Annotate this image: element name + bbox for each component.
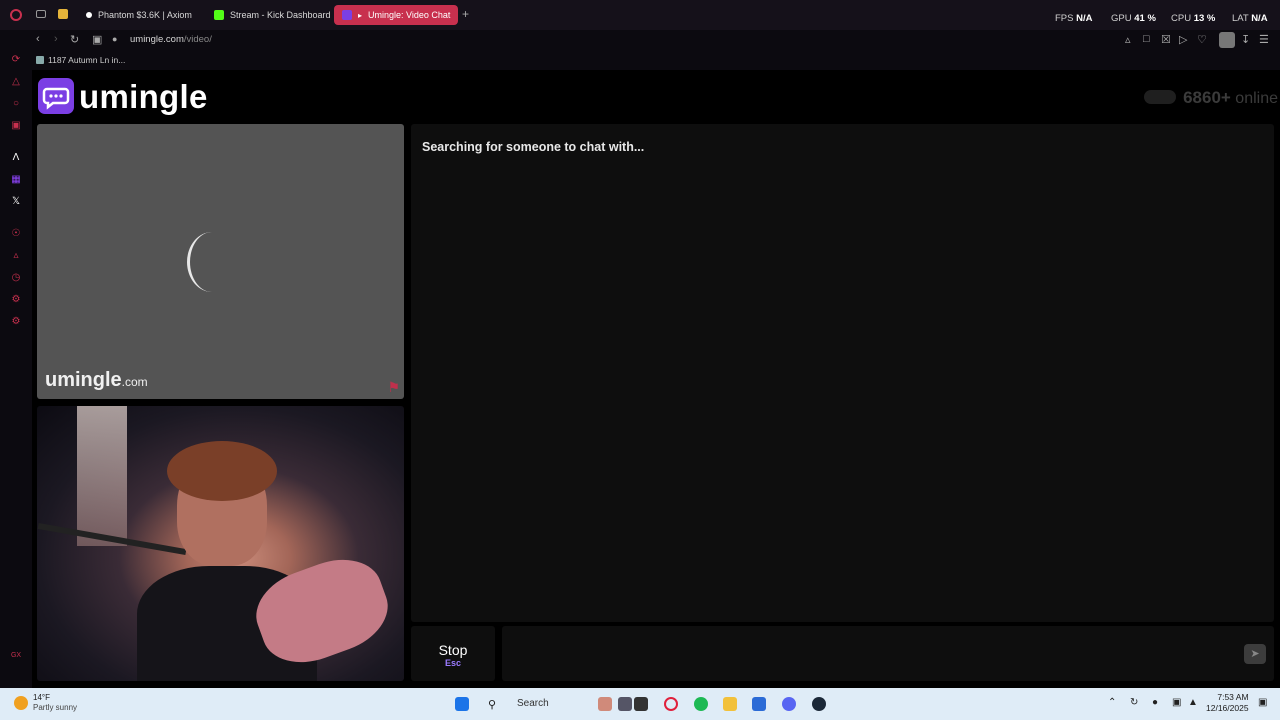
chat-panel: Searching for someone to chat with... [411, 124, 1274, 622]
online-toggle[interactable] [1144, 90, 1176, 104]
axiom-icon[interactable]: Λ [10, 152, 22, 164]
message-input[interactable] [502, 626, 1274, 681]
browser-tab-bar: Phantom $3.6K | Axiom Stream - Kick Dash… [0, 0, 1280, 30]
shopping-icon[interactable]: △ [10, 76, 22, 88]
gpu-stat: GPU 41 % [1111, 13, 1156, 24]
browser-sidebar: ⟳ △ ○ ▣ Λ ▦ 𝕏 ☉ ▵ ◷ ⚙ ⚙ GX [0, 30, 32, 688]
weather-widget[interactable]: 14°F Partly sunny [14, 693, 77, 713]
kick-favicon-icon [214, 10, 224, 20]
tab-kick[interactable]: Stream - Kick Dashboard [206, 5, 330, 25]
window-light [77, 406, 127, 546]
weather-desc: Partly sunny [33, 703, 78, 712]
stranger-video: umingle.com ⚑ [37, 124, 404, 399]
fps-stat: FPS N/A [1055, 13, 1093, 24]
messenger-icon[interactable]: ○ [10, 98, 22, 110]
back-icon[interactable]: ‹ [36, 33, 40, 45]
tray-expand-icon[interactable]: ⌃ [1108, 697, 1116, 708]
store-icon[interactable] [752, 697, 766, 711]
stop-shortcut: Esc [444, 658, 461, 668]
clock-date: 12/16/2025 [1206, 703, 1249, 713]
address-bar: ‹ › ↻ ▣ ● umingle.com/video/ ▵ □ ☒ ▷ ♡ ↧… [0, 30, 1280, 50]
loading-spinner-icon [187, 232, 237, 292]
video-watermark: umingle.com [45, 369, 148, 391]
clock-time: 7:53 AM [1217, 692, 1249, 702]
search-icon: ⚲ [488, 699, 497, 711]
tab-axiom[interactable]: Phantom $3.6K | Axiom [78, 5, 200, 25]
sync-icon[interactable]: ↻ [1130, 697, 1138, 708]
report-flag-icon[interactable]: ⚑ [387, 379, 400, 396]
windows-start-icon[interactable] [455, 697, 469, 711]
clock[interactable]: 7:53 AM 12/16/2025 [1206, 692, 1249, 714]
volume-icon[interactable]: ▲ [1188, 697, 1198, 708]
taskbar-search-label: Search [517, 698, 549, 709]
send-button[interactable]: ➤ [1244, 644, 1266, 664]
stop-button[interactable]: Stop Esc [411, 626, 495, 681]
opera-logo-icon[interactable] [10, 9, 22, 21]
stop-label: Stop [438, 642, 468, 658]
online-counter: 6860+ online [1183, 88, 1278, 107]
steam-icon[interactable] [812, 697, 826, 711]
play-icon[interactable]: ▷ [1179, 33, 1187, 46]
player-icon[interactable]: ☉ [10, 228, 22, 240]
file-explorer-icon[interactable] [723, 697, 737, 711]
tab-label: Umingle: Video Chat [368, 10, 451, 20]
search-icon [36, 56, 44, 64]
mail-icon[interactable]: ▣ [10, 120, 22, 132]
grid-app-icon[interactable] [58, 9, 68, 19]
forward-icon[interactable]: › [54, 33, 58, 45]
opera-gx-icon[interactable] [664, 697, 678, 711]
speaker-icon[interactable]: ▸ [358, 11, 362, 20]
microphone-icon[interactable]: ● [1152, 697, 1158, 708]
aria-icon[interactable]: ⟳ [10, 54, 22, 66]
menu-icon[interactable]: ☰ [1259, 33, 1269, 46]
new-tab-button[interactable]: + [462, 7, 469, 21]
history-icon[interactable]: ◷ [10, 272, 22, 284]
tab-umingle[interactable]: ▸ Umingle: Video Chat [334, 5, 458, 25]
cpu-stat: CPU 13 % [1171, 13, 1216, 24]
tab-label: Phantom $3.6K | Axiom [98, 10, 192, 20]
heart-icon[interactable]: ♡ [1197, 33, 1207, 46]
camera-icon[interactable]: ▣ [92, 33, 102, 46]
x-icon[interactable]: 𝕏 [10, 196, 22, 208]
umingle-favicon-icon [342, 10, 352, 20]
pinboard-icon[interactable]: ▵ [10, 250, 22, 262]
widget-app-icon[interactable] [598, 697, 612, 711]
tab-label: Stream - Kick Dashboard [230, 10, 330, 20]
lock-icon: ● [112, 34, 118, 44]
download-icon[interactable]: ↧ [1241, 33, 1250, 46]
lat-stat: LAT N/A [1232, 13, 1268, 24]
task-view-icon[interactable] [618, 697, 632, 711]
bookmark-item[interactable]: 1187 Autumn Ln in... [36, 55, 125, 65]
terminal-icon[interactable] [634, 697, 648, 711]
pin-icon[interactable]: ▵ [1125, 33, 1131, 46]
url-field[interactable]: umingle.com/video/ [130, 34, 212, 45]
axiom-favicon-icon [86, 12, 92, 18]
gx-icon[interactable]: GX [10, 650, 22, 662]
twitch-icon[interactable]: ▦ [10, 174, 22, 186]
windows-taskbar: 14°F Partly sunny ⚲ Search ⌃ ↻ ● ▣ ▲ 7:53… [0, 688, 1280, 720]
reload-icon[interactable]: ↻ [70, 33, 79, 46]
taskbar-search[interactable]: ⚲ Search [480, 694, 580, 714]
network-icon[interactable]: ▣ [1172, 697, 1181, 708]
umingle-page: umingle 6860+ online umingle.com ⚑ Searc… [32, 70, 1280, 688]
umingle-logo-icon[interactable] [38, 78, 74, 114]
discord-icon[interactable] [782, 697, 796, 711]
adblock-icon[interactable]: ☒ [1161, 33, 1171, 46]
bookmark-label: 1187 Autumn Ln in... [48, 55, 126, 65]
notification-icon[interactable]: ▣ [1258, 697, 1267, 708]
weather-temp: 14°F [33, 693, 50, 702]
extensions-icon[interactable]: ⚙ [10, 294, 22, 306]
weather-icon [14, 696, 28, 710]
snapshot-icon[interactable]: □ [1143, 33, 1150, 45]
bookmark-bar: 1187 Autumn Ln in... [0, 50, 1280, 70]
settings-icon[interactable]: ⚙ [10, 316, 22, 328]
avatar[interactable] [1219, 32, 1235, 48]
workspaces-icon[interactable] [36, 10, 46, 18]
spotify-icon[interactable] [694, 697, 708, 711]
self-webcam-video [37, 406, 404, 681]
person-hair [167, 441, 277, 501]
status-message: Searching for someone to chat with... [422, 140, 645, 154]
brand-name[interactable]: umingle [79, 78, 208, 116]
